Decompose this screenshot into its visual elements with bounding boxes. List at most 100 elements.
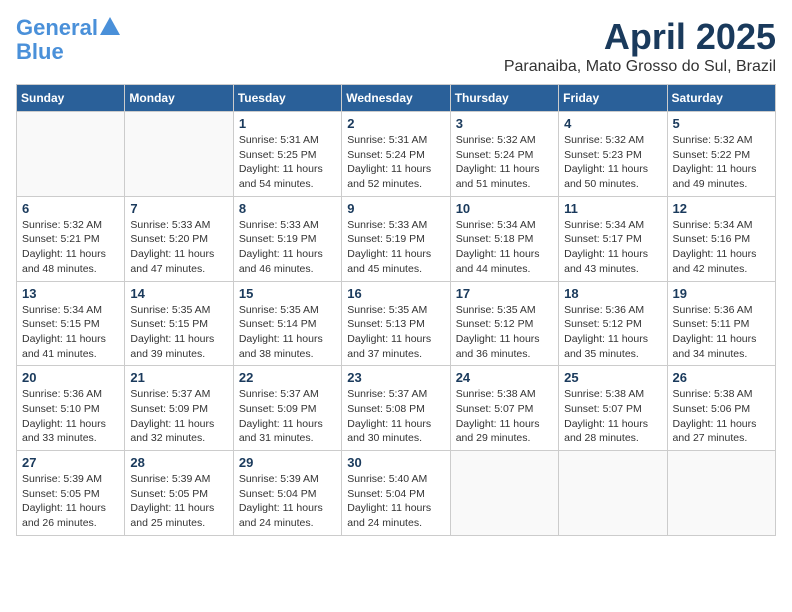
table-row: 28Sunrise: 5:39 AM Sunset: 5:05 PM Dayli… xyxy=(125,451,233,536)
calendar-week-row: 1 Sunrise: 5:31 AM Sunset: 5:25 PM Daylig… xyxy=(17,112,776,197)
col-friday: Friday xyxy=(559,85,667,112)
table-row: 24 Sunrise: 5:38 AM Sunset: 5:07 PM Dayli… xyxy=(450,366,558,451)
calendar-week-row: 6Sunrise: 5:32 AM Sunset: 5:21 PM Daylig… xyxy=(17,196,776,281)
table-row xyxy=(125,112,233,197)
col-monday: Monday xyxy=(125,85,233,112)
month-title: April 2025 xyxy=(504,16,776,58)
day-info: Sunrise: 5:32 AM Sunset: 5:21 PM Dayligh… xyxy=(22,218,119,277)
table-row: 7 Sunrise: 5:33 AM Sunset: 5:20 PM Daylig… xyxy=(125,196,233,281)
day-info: Sunrise: 5:31 AM Sunset: 5:24 PM Dayligh… xyxy=(347,133,444,192)
table-row: 14 Sunrise: 5:35 AM Sunset: 5:15 PM Dayli… xyxy=(125,281,233,366)
day-number: 13 xyxy=(22,286,119,301)
table-row: 22Sunrise: 5:37 AM Sunset: 5:09 PM Dayli… xyxy=(233,366,341,451)
table-row: 8 Sunrise: 5:33 AM Sunset: 5:19 PM Daylig… xyxy=(233,196,341,281)
day-info: Sunrise: 5:37 AM Sunset: 5:09 PM Dayligh… xyxy=(130,387,227,446)
day-info: Sunrise: 5:39 AM Sunset: 5:05 PM Dayligh… xyxy=(22,472,119,531)
day-info: Sunrise: 5:35 AM Sunset: 5:14 PM Dayligh… xyxy=(239,303,336,362)
table-row: 29 Sunrise: 5:39 AM Sunset: 5:04 PM Dayli… xyxy=(233,451,341,536)
table-row: 19 Sunrise: 5:36 AM Sunset: 5:11 PM Dayli… xyxy=(667,281,775,366)
logo-text-line1: General xyxy=(16,16,98,40)
day-info: Sunrise: 5:38 AM Sunset: 5:07 PM Dayligh… xyxy=(564,387,661,446)
day-number: 25 xyxy=(564,370,661,385)
day-number: 14 xyxy=(130,286,227,301)
day-number: 26 xyxy=(673,370,770,385)
day-info: Sunrise: 5:35 AM Sunset: 5:13 PM Dayligh… xyxy=(347,303,444,362)
table-row: 27 Sunrise: 5:39 AM Sunset: 5:05 PM Dayli… xyxy=(17,451,125,536)
table-row: 20 Sunrise: 5:36 AM Sunset: 5:10 PM Dayli… xyxy=(17,366,125,451)
calendar-header-row: Sunday Monday Tuesday Wednesday Thursday… xyxy=(17,85,776,112)
day-number: 10 xyxy=(456,201,553,216)
day-number: 8 xyxy=(239,201,336,216)
table-row: 21 Sunrise: 5:37 AM Sunset: 5:09 PM Dayli… xyxy=(125,366,233,451)
logo: General Blue xyxy=(16,16,120,64)
day-number: 4 xyxy=(564,116,661,131)
table-row: 1 Sunrise: 5:31 AM Sunset: 5:25 PM Daylig… xyxy=(233,112,341,197)
table-row: 9Sunrise: 5:33 AM Sunset: 5:19 PM Daylig… xyxy=(342,196,450,281)
day-number: 15 xyxy=(239,286,336,301)
day-number: 29 xyxy=(239,455,336,470)
logo-text-line2: Blue xyxy=(16,40,64,64)
location-title: Paranaiba, Mato Grosso do Sul, Brazil xyxy=(504,58,776,76)
day-number: 12 xyxy=(673,201,770,216)
table-row: 13 Sunrise: 5:34 AM Sunset: 5:15 PM Dayli… xyxy=(17,281,125,366)
day-number: 27 xyxy=(22,455,119,470)
day-info: Sunrise: 5:35 AM Sunset: 5:15 PM Dayligh… xyxy=(130,303,227,362)
day-info: Sunrise: 5:32 AM Sunset: 5:22 PM Dayligh… xyxy=(673,133,770,192)
day-info: Sunrise: 5:36 AM Sunset: 5:12 PM Dayligh… xyxy=(564,303,661,362)
day-number: 5 xyxy=(673,116,770,131)
day-info: Sunrise: 5:39 AM Sunset: 5:04 PM Dayligh… xyxy=(239,472,336,531)
day-number: 11 xyxy=(564,201,661,216)
table-row: 12 Sunrise: 5:34 AM Sunset: 5:16 PM Dayli… xyxy=(667,196,775,281)
day-info: Sunrise: 5:38 AM Sunset: 5:07 PM Dayligh… xyxy=(456,387,553,446)
title-block: April 2025 Paranaiba, Mato Grosso do Sul… xyxy=(504,16,776,76)
table-row: 30 Sunrise: 5:40 AM Sunset: 5:04 PM Dayli… xyxy=(342,451,450,536)
table-row: 4Sunrise: 5:32 AM Sunset: 5:23 PM Daylig… xyxy=(559,112,667,197)
col-saturday: Saturday xyxy=(667,85,775,112)
table-row xyxy=(17,112,125,197)
day-number: 9 xyxy=(347,201,444,216)
col-tuesday: Tuesday xyxy=(233,85,341,112)
table-row xyxy=(559,451,667,536)
table-row: 18 Sunrise: 5:36 AM Sunset: 5:12 PM Dayli… xyxy=(559,281,667,366)
day-number: 7 xyxy=(130,201,227,216)
table-row xyxy=(667,451,775,536)
calendar-week-row: 20 Sunrise: 5:36 AM Sunset: 5:10 PM Dayli… xyxy=(17,366,776,451)
day-info: Sunrise: 5:31 AM Sunset: 5:25 PM Dayligh… xyxy=(239,133,336,192)
logo-triangle-icon xyxy=(100,17,120,35)
col-wednesday: Wednesday xyxy=(342,85,450,112)
day-number: 22 xyxy=(239,370,336,385)
table-row xyxy=(450,451,558,536)
day-number: 19 xyxy=(673,286,770,301)
table-row: 11 Sunrise: 5:34 AM Sunset: 5:17 PM Dayli… xyxy=(559,196,667,281)
table-row: 2Sunrise: 5:31 AM Sunset: 5:24 PM Daylig… xyxy=(342,112,450,197)
day-info: Sunrise: 5:35 AM Sunset: 5:12 PM Dayligh… xyxy=(456,303,553,362)
day-info: Sunrise: 5:34 AM Sunset: 5:17 PM Dayligh… xyxy=(564,218,661,277)
table-row: 16 Sunrise: 5:35 AM Sunset: 5:13 PM Dayli… xyxy=(342,281,450,366)
table-row: 23 Sunrise: 5:37 AM Sunset: 5:08 PM Dayli… xyxy=(342,366,450,451)
table-row: 5 Sunrise: 5:32 AM Sunset: 5:22 PM Daylig… xyxy=(667,112,775,197)
day-info: Sunrise: 5:40 AM Sunset: 5:04 PM Dayligh… xyxy=(347,472,444,531)
day-info: Sunrise: 5:34 AM Sunset: 5:16 PM Dayligh… xyxy=(673,218,770,277)
table-row: 17 Sunrise: 5:35 AM Sunset: 5:12 PM Dayli… xyxy=(450,281,558,366)
calendar-week-row: 13 Sunrise: 5:34 AM Sunset: 5:15 PM Dayli… xyxy=(17,281,776,366)
day-number: 16 xyxy=(347,286,444,301)
day-info: Sunrise: 5:38 AM Sunset: 5:06 PM Dayligh… xyxy=(673,387,770,446)
col-sunday: Sunday xyxy=(17,85,125,112)
day-info: Sunrise: 5:33 AM Sunset: 5:19 PM Dayligh… xyxy=(239,218,336,277)
day-number: 24 xyxy=(456,370,553,385)
day-number: 1 xyxy=(239,116,336,131)
day-info: Sunrise: 5:36 AM Sunset: 5:11 PM Dayligh… xyxy=(673,303,770,362)
day-info: Sunrise: 5:33 AM Sunset: 5:20 PM Dayligh… xyxy=(130,218,227,277)
day-info: Sunrise: 5:32 AM Sunset: 5:24 PM Dayligh… xyxy=(456,133,553,192)
day-number: 17 xyxy=(456,286,553,301)
day-number: 21 xyxy=(130,370,227,385)
day-number: 30 xyxy=(347,455,444,470)
day-info: Sunrise: 5:37 AM Sunset: 5:08 PM Dayligh… xyxy=(347,387,444,446)
day-number: 18 xyxy=(564,286,661,301)
table-row: 6Sunrise: 5:32 AM Sunset: 5:21 PM Daylig… xyxy=(17,196,125,281)
day-info: Sunrise: 5:36 AM Sunset: 5:10 PM Dayligh… xyxy=(22,387,119,446)
day-number: 20 xyxy=(22,370,119,385)
table-row: 25 Sunrise: 5:38 AM Sunset: 5:07 PM Dayli… xyxy=(559,366,667,451)
day-info: Sunrise: 5:34 AM Sunset: 5:15 PM Dayligh… xyxy=(22,303,119,362)
day-number: 23 xyxy=(347,370,444,385)
